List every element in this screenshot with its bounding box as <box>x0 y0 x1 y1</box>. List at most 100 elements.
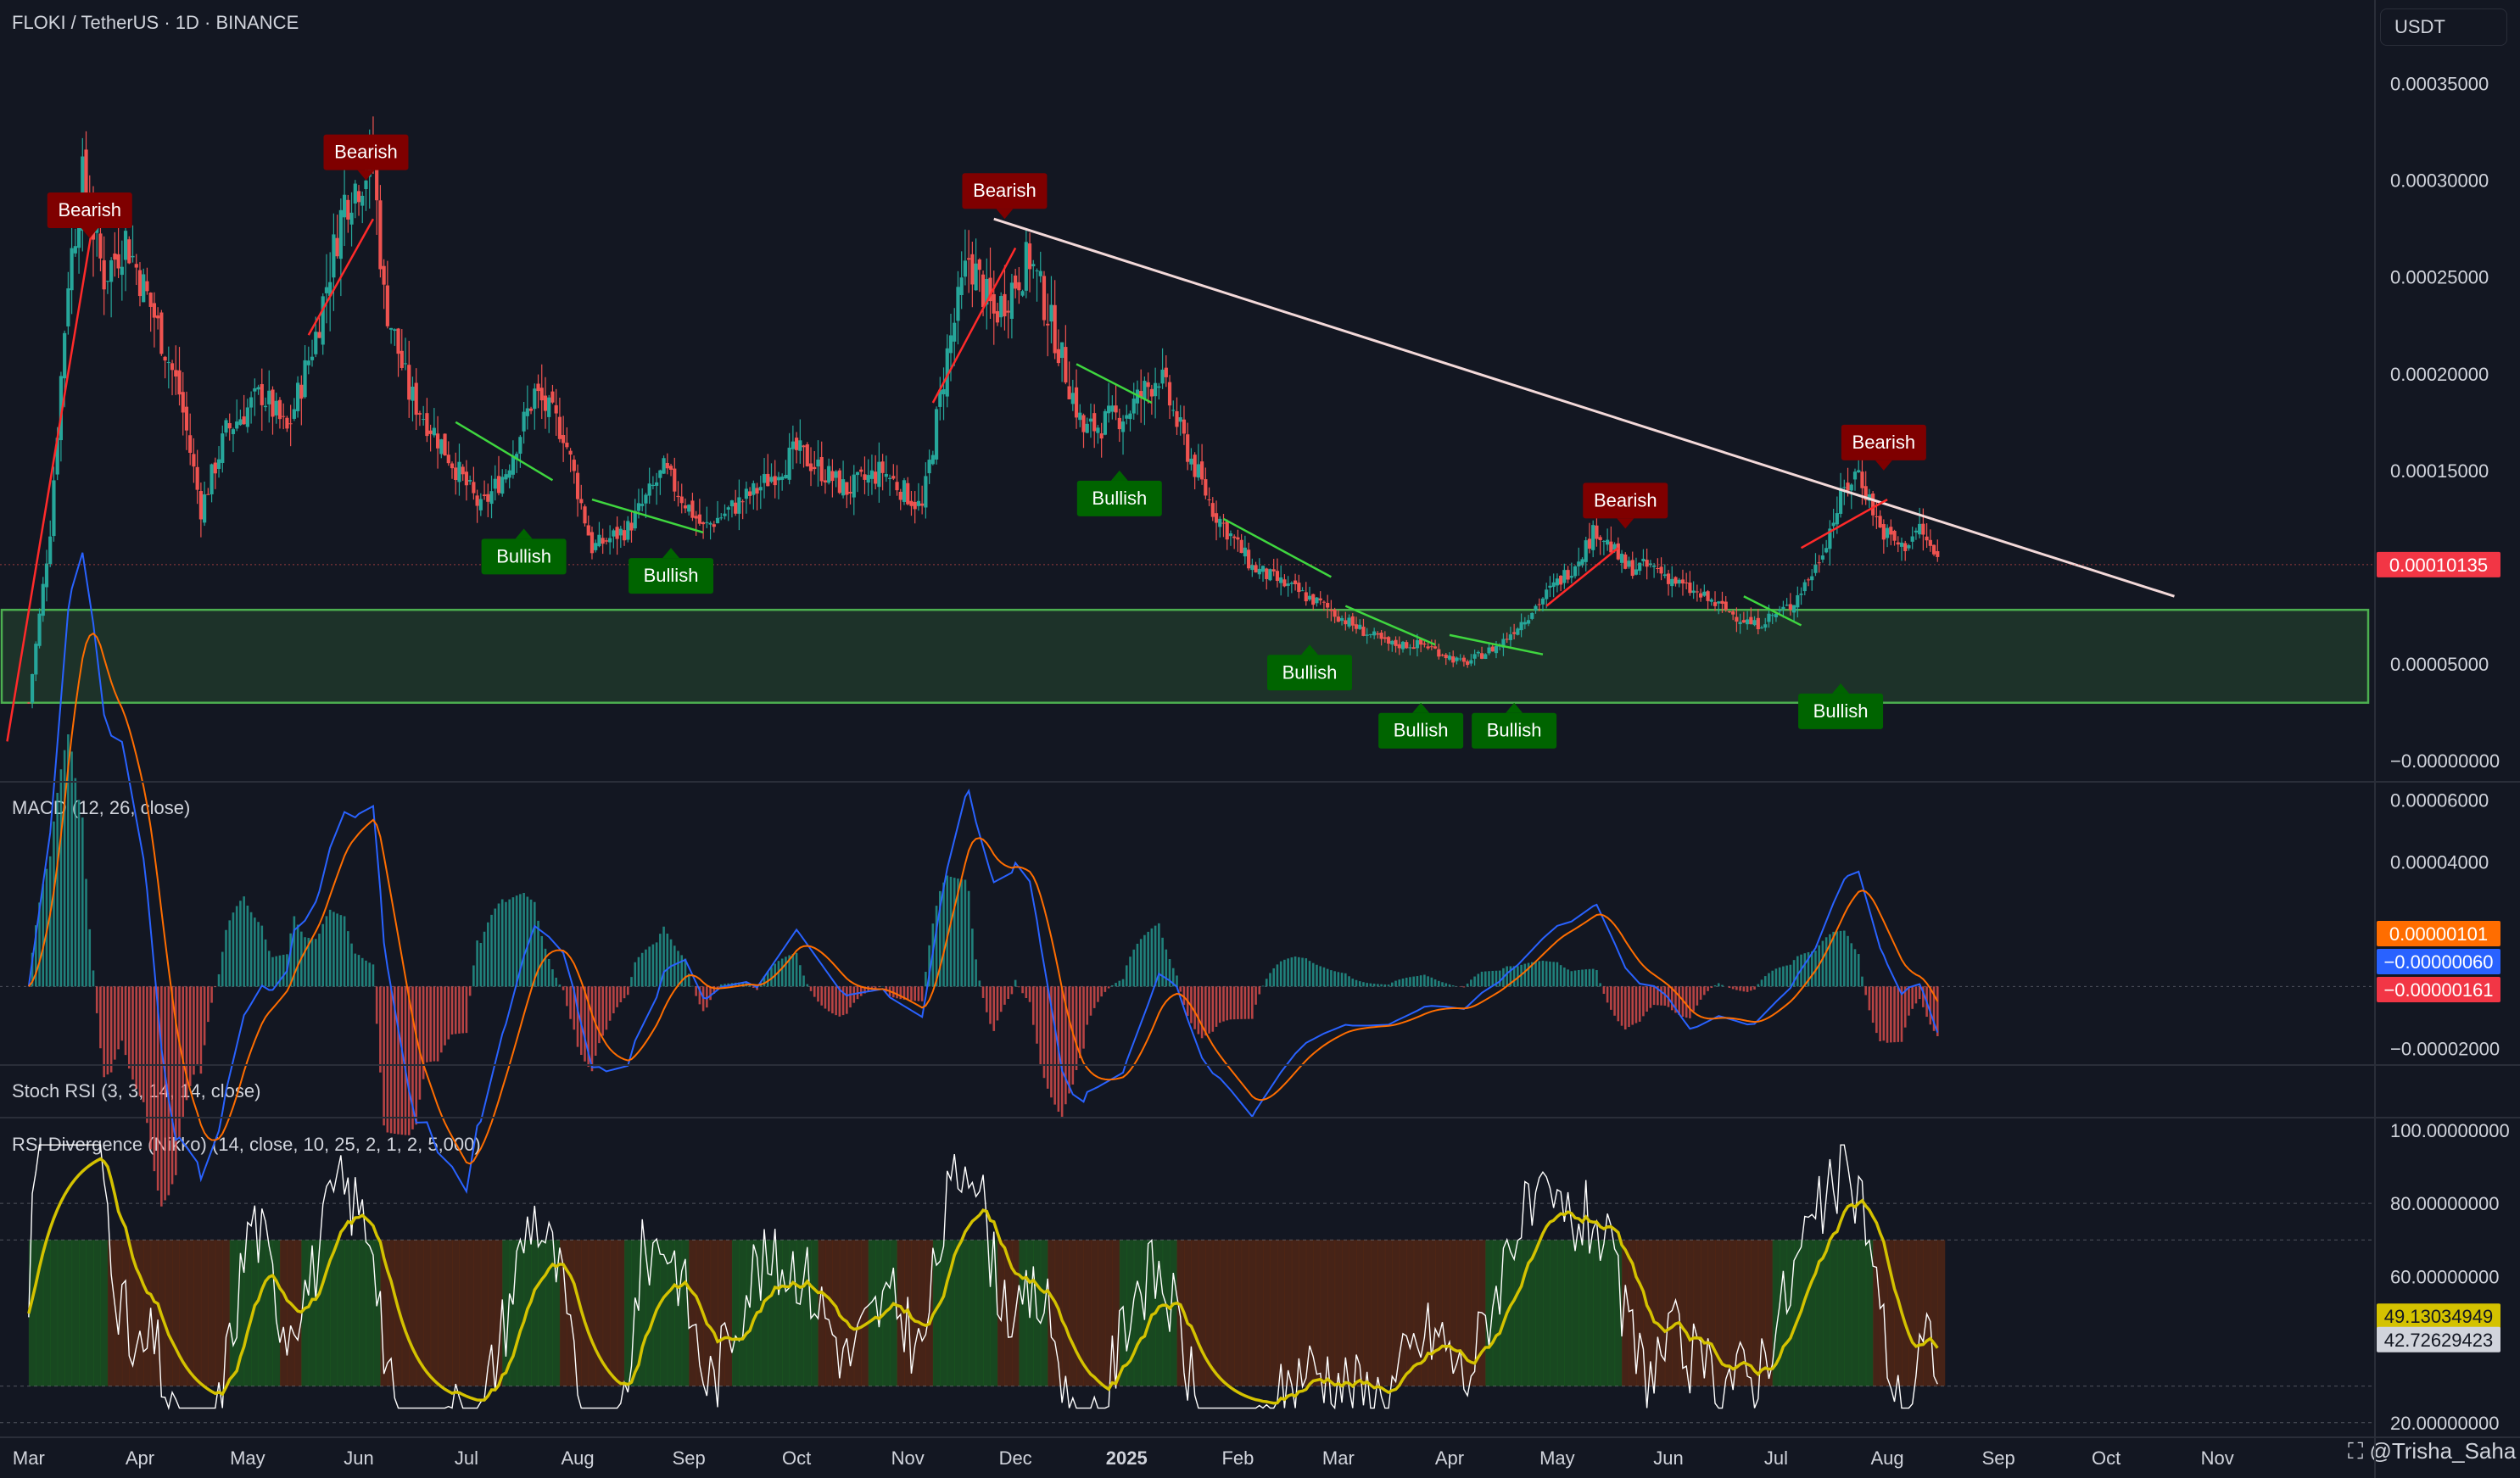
candle-body <box>1318 598 1322 601</box>
candle-body <box>758 487 763 491</box>
candle-body <box>1275 571 1280 582</box>
candle-body <box>382 265 386 285</box>
label-text: Bearish <box>1594 489 1657 510</box>
candle-body <box>1064 347 1068 383</box>
candle-body <box>432 427 436 436</box>
candle-body <box>1810 576 1814 581</box>
candle-body <box>120 266 124 276</box>
candle-body <box>274 400 278 416</box>
rsi-background-band <box>466 1240 474 1386</box>
candle-body <box>1476 651 1480 654</box>
rsi-background-band <box>975 1240 984 1386</box>
price-axis-tick: 0.00020000 <box>2390 364 2489 385</box>
rsi-background-band <box>1607 1240 1616 1386</box>
rsi-background-band <box>1220 1240 1228 1386</box>
candle-body <box>930 455 935 465</box>
candle-body <box>752 482 756 495</box>
candle-body <box>668 466 673 470</box>
candle-body <box>1429 646 1433 648</box>
rsi-background-band <box>1578 1240 1587 1386</box>
candle-body <box>1081 415 1086 432</box>
time-axis-tick: 2025 <box>1106 1447 1148 1469</box>
label-pointer <box>996 209 1014 220</box>
candle-body <box>891 476 896 479</box>
label-text: Bullish <box>1487 720 1542 741</box>
candle-body <box>830 471 835 482</box>
candle-body <box>679 496 684 504</box>
candle-body <box>981 274 986 308</box>
candle-body <box>1333 609 1337 617</box>
candle-body <box>1143 381 1147 399</box>
rsi-background-band <box>452 1240 460 1386</box>
candle-body <box>417 413 422 415</box>
candle-body <box>238 419 243 426</box>
chart-canvas[interactable]: Bearish Bearish Bullish Bullish Bearish Bulli… <box>0 0 2520 1478</box>
candle-body <box>1149 388 1154 397</box>
candle-body <box>478 499 483 510</box>
candle-body <box>332 234 336 278</box>
macd-axis-tick: 0.00004000 <box>2390 852 2489 873</box>
rsi-background-band <box>1370 1240 1378 1386</box>
value-tag-text: 42.72629423 <box>2384 1330 2493 1351</box>
value-tag-text: −0.00000060 <box>2383 951 2493 973</box>
rsi-background-band <box>1019 1240 1027 1386</box>
candle-body <box>673 468 677 492</box>
candle-body <box>808 463 813 471</box>
candle-body <box>34 644 38 675</box>
candle-body <box>213 462 217 474</box>
rsi-background-band <box>1062 1240 1070 1386</box>
rsi-background-band <box>1104 1240 1113 1386</box>
rsi-background-band <box>1571 1240 1579 1386</box>
candle-body <box>963 260 968 277</box>
candle-body <box>1437 649 1441 657</box>
candle-body <box>805 444 809 466</box>
candle-body <box>428 430 433 434</box>
candle-body <box>163 356 167 361</box>
candle-body <box>1336 616 1340 622</box>
candle-body <box>496 476 501 494</box>
candle-body <box>1160 369 1165 384</box>
bearish-label: Bearish <box>962 173 1048 220</box>
rsi-background-band <box>538 1240 546 1386</box>
candle-body <box>927 460 931 474</box>
rsi-background-band <box>1908 1240 1917 1386</box>
candle-body <box>690 500 695 518</box>
candle-body <box>536 383 540 392</box>
candle-body <box>1218 518 1222 527</box>
candle-body <box>1910 536 1914 542</box>
candle-body <box>1472 654 1477 659</box>
candle-body <box>1074 387 1079 418</box>
candle-body <box>285 417 289 429</box>
candle-body <box>131 255 135 258</box>
candle-body <box>1802 582 1807 592</box>
candle-body <box>1601 541 1606 543</box>
candle-body <box>1046 323 1050 326</box>
candle-body <box>1344 620 1348 625</box>
candle-body <box>1896 542 1900 545</box>
candle-body <box>1289 583 1294 584</box>
candle-body <box>1175 410 1179 427</box>
candle-body <box>884 474 888 477</box>
candle-body <box>1444 655 1448 659</box>
bullish-divergence-line <box>591 498 704 534</box>
label-text: Bearish <box>58 199 121 220</box>
rsi-background-band <box>739 1240 747 1386</box>
candle-body <box>554 404 558 414</box>
candle-body <box>776 477 781 481</box>
rsi-axis-tick: 60.00000000 <box>2390 1266 2499 1287</box>
candle-body <box>500 477 505 494</box>
candle-body <box>869 470 874 479</box>
candle-body <box>1311 594 1316 605</box>
candle-body <box>486 494 490 502</box>
candle-body <box>1731 611 1735 615</box>
candle-body <box>184 406 189 431</box>
time-axis-tick: Aug <box>561 1447 594 1469</box>
candle-body <box>364 180 368 189</box>
candle-body <box>1003 293 1007 317</box>
candle-body <box>1749 616 1753 625</box>
candle-body <box>1451 656 1456 663</box>
rsi-background-band <box>1780 1240 1788 1386</box>
rsi-background-band <box>731 1240 740 1386</box>
rsi-background-band <box>1808 1240 1816 1386</box>
candle-body <box>299 384 304 399</box>
